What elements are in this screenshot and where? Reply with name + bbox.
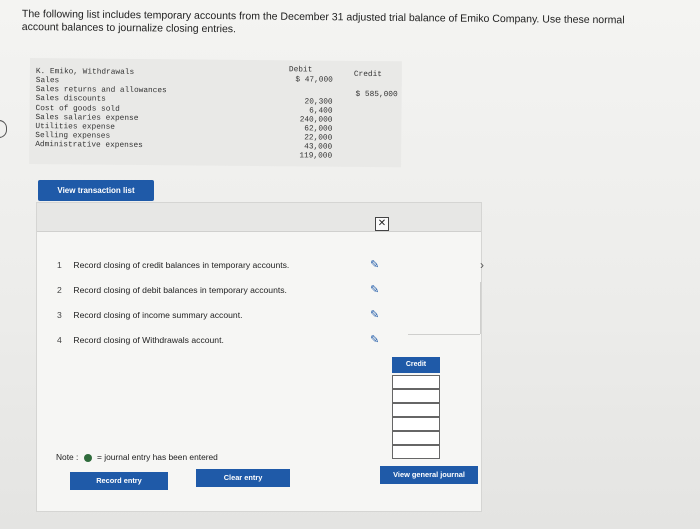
credit-input-cell[interactable] (392, 389, 440, 403)
debit-value: $ 47,000 (295, 76, 333, 85)
note-text: = journal entry has been entered (97, 452, 218, 462)
chevron-right-icon[interactable]: › (480, 258, 484, 272)
view-transaction-list-button[interactable]: View transaction list (38, 180, 154, 201)
account-name: Administrative expenses (35, 141, 143, 150)
debit-value: 62,000 (304, 125, 333, 134)
credit-input-cell[interactable] (392, 375, 440, 389)
account-name: Sales returns and allowances (35, 86, 167, 96)
task-item-2[interactable]: 2 Record closing of debit balances in te… (57, 285, 287, 295)
account-name: K. Emiko, Withdrawals (35, 68, 135, 77)
debit-value: 22,000 (304, 134, 333, 143)
task-item-3[interactable]: 3 Record closing of income summary accou… (57, 310, 242, 320)
edit-pencil-icon[interactable]: ✎ (370, 333, 379, 346)
table-row: Administrative expenses (35, 141, 143, 151)
account-name: Selling expenses (35, 132, 111, 141)
panel-divider (480, 282, 481, 334)
note-legend: Note : = journal entry has been entered (56, 452, 218, 462)
task-item-1[interactable]: 1 Record closing of credit balances in t… (57, 260, 289, 270)
task-number: 2 (57, 285, 62, 295)
credit-input-cell[interactable] (392, 417, 440, 431)
edit-pencil-icon[interactable]: ✎ (370, 308, 379, 321)
task-label: Record closing of income summary account… (73, 310, 243, 320)
account-name: Utilities expense (35, 123, 115, 132)
edit-pencil-icon[interactable]: ✎ (370, 283, 379, 296)
entered-dot-icon (83, 453, 92, 462)
debit-value: 20,300 (304, 98, 333, 107)
view-general-journal-button[interactable]: View general journal (380, 466, 478, 484)
task-number: 4 (57, 335, 62, 345)
task-label: Record closing of debit balances in temp… (73, 285, 287, 295)
credit-input-cell[interactable] (392, 431, 440, 445)
account-name: Sales (35, 77, 60, 86)
task-number: 3 (57, 310, 62, 320)
account-name: Sales discounts (35, 95, 106, 104)
task-item-4[interactable]: 4 Record closing of Withdrawals account. (57, 335, 224, 345)
page-background: The following list includes temporary ac… (0, 0, 700, 529)
debit-value: 240,000 (299, 116, 333, 125)
panel-divider (408, 334, 480, 335)
trial-balance-table: Debit Credit K. Emiko, Withdrawals $ 47,… (29, 58, 402, 168)
credit-column-header: Credit (392, 357, 440, 373)
record-entry-button[interactable]: Record entry (70, 472, 168, 490)
task-label: Record closing of Withdrawals account. (73, 335, 224, 345)
close-icon[interactable]: ✕ (375, 217, 389, 231)
credit-input-cell[interactable] (392, 445, 440, 459)
task-label: Record closing of credit balances in tem… (73, 260, 290, 270)
debit-header: Debit (288, 66, 313, 75)
credit-input-cell[interactable] (392, 403, 440, 417)
debit-value: 6,400 (309, 107, 333, 116)
table-row: Sales discounts (36, 95, 106, 105)
panel-header-bar (37, 203, 481, 232)
debit-value: 119,000 (299, 152, 333, 161)
edit-pencil-icon[interactable]: ✎ (370, 258, 379, 271)
side-tab-icon[interactable] (0, 120, 7, 138)
task-number: 1 (57, 260, 62, 270)
table-row: Sales (36, 77, 59, 86)
account-name: Cost of goods sold (35, 105, 120, 114)
debit-value: 43,000 (304, 143, 333, 152)
credit-header: Credit (353, 70, 382, 80)
question-prompt: The following list includes temporary ac… (21, 8, 625, 36)
credit-column: Credit (392, 357, 440, 459)
credit-value: $ 585,000 (355, 90, 398, 100)
clear-entry-button[interactable]: Clear entry (196, 469, 290, 487)
account-name: Sales salaries expense (35, 114, 139, 123)
note-prefix: Note : (56, 452, 79, 462)
